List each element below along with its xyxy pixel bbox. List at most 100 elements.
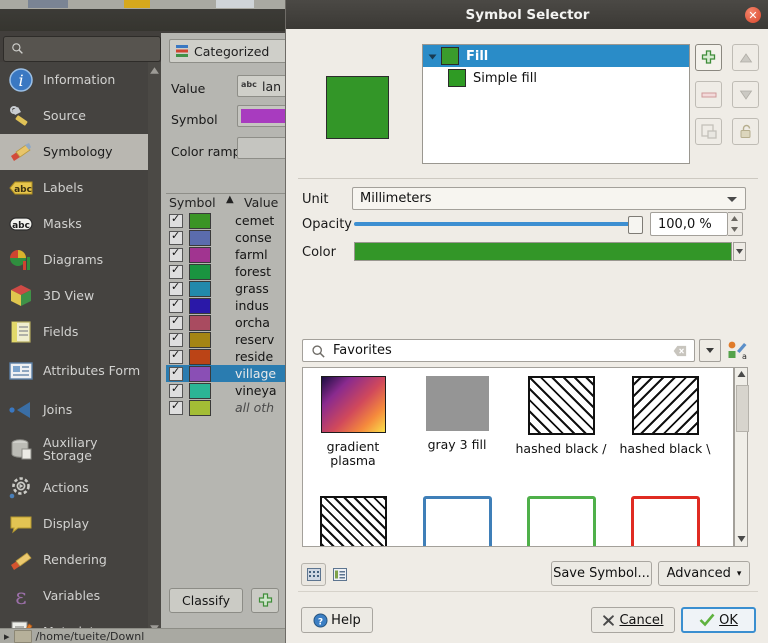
cube-3d-icon	[6, 281, 36, 311]
row-checkbox[interactable]	[169, 231, 183, 245]
sidebar-item-auxiliary-storage[interactable]: Auxiliary Storage	[0, 428, 148, 470]
symbol-search-dropdown[interactable]	[699, 339, 721, 362]
remove-symbol-layer-button[interactable]	[695, 81, 722, 108]
layer-properties-sidebar[interactable]: i Information Source	[0, 62, 148, 637]
advanced-button[interactable]: Advanced ▾	[658, 561, 750, 586]
color-dropdown-button[interactable]	[733, 242, 746, 261]
symbol-layer-child-row[interactable]: Simple fill	[423, 67, 689, 89]
save-symbol-button[interactable]: Save Symbol...	[551, 561, 652, 586]
opacity-slider[interactable]	[354, 222, 634, 226]
row-value: grass	[235, 281, 269, 296]
gallery-item[interactable]	[615, 496, 715, 547]
sidebar-scrollbar[interactable]	[148, 62, 161, 637]
stepper-up-icon[interactable]	[728, 213, 741, 224]
opacity-stepper[interactable]	[728, 212, 743, 236]
row-symbol-swatch[interactable]	[189, 400, 211, 416]
row-symbol-swatch[interactable]	[189, 298, 211, 314]
classify-button[interactable]: Classify	[169, 588, 243, 613]
gallery-item[interactable]	[407, 496, 507, 547]
sidebar-item-information[interactable]: i Information	[0, 62, 148, 98]
icon-view-button[interactable]	[301, 563, 326, 586]
toolbar-icon-fragment-3[interactable]	[216, 0, 254, 8]
sidebar-item-3d-view[interactable]: 3D View	[0, 278, 148, 314]
row-symbol-swatch[interactable]	[189, 230, 211, 246]
add-symbol-layer-button[interactable]	[695, 44, 722, 71]
row-symbol-swatch[interactable]	[189, 349, 211, 365]
move-down-button[interactable]	[732, 81, 759, 108]
triangle-down-icon	[739, 89, 753, 101]
ok-button[interactable]: OK	[681, 607, 756, 633]
chevron-down-icon[interactable]	[423, 51, 441, 62]
toolbar-icon-fragment-1[interactable]	[28, 0, 68, 8]
row-symbol-swatch[interactable]	[189, 264, 211, 280]
row-checkbox[interactable]	[169, 367, 183, 381]
sidebar-item-diagrams[interactable]: Diagrams	[0, 242, 148, 278]
dialog-help-button[interactable]: ? Help	[301, 607, 373, 633]
sidebar-item-joins[interactable]: Joins	[0, 392, 148, 428]
sidebar-item-source[interactable]: Source	[0, 98, 148, 134]
scroll-down-icon[interactable]	[736, 534, 747, 545]
row-checkbox[interactable]	[169, 265, 183, 279]
gallery-item[interactable]: gradient plasma	[303, 376, 403, 469]
gallery-item[interactable]: hashed black /	[511, 376, 611, 456]
row-symbol-swatch[interactable]	[189, 213, 211, 229]
row-checkbox[interactable]	[169, 214, 183, 228]
row-symbol-swatch[interactable]	[189, 383, 211, 399]
row-symbol-swatch[interactable]	[189, 315, 211, 331]
gallery-item[interactable]: gray 3 fill	[407, 376, 507, 452]
move-up-button[interactable]	[732, 44, 759, 71]
sidebar-item-actions[interactable]: Actions	[0, 470, 148, 506]
opacity-value: 100,0 %	[658, 217, 712, 232]
sidebar-item-rendering[interactable]: Rendering	[0, 542, 148, 578]
style-manager-button[interactable]: a	[727, 340, 747, 361]
sidebar-item-symbology[interactable]: Symbology	[0, 134, 148, 170]
clear-icon[interactable]	[673, 345, 687, 357]
stepper-down-icon[interactable]	[728, 224, 741, 235]
row-checkbox[interactable]	[169, 248, 183, 262]
status-expand-icon[interactable]: ▸	[4, 630, 10, 643]
opacity-spinbox[interactable]: 100,0 %	[650, 212, 728, 236]
rendering-brush-icon	[6, 545, 36, 575]
sidebar-item-display[interactable]: Display	[0, 506, 148, 542]
row-checkbox[interactable]	[169, 316, 183, 330]
row-checkbox[interactable]	[169, 350, 183, 364]
opacity-slider-handle[interactable]	[628, 216, 643, 234]
chevron-down-icon: ▾	[737, 569, 742, 579]
row-symbol-swatch[interactable]	[189, 332, 211, 348]
sidebar-search-input[interactable]	[3, 36, 161, 62]
scroll-up-icon[interactable]	[736, 369, 747, 380]
gallery-item[interactable]	[511, 496, 611, 547]
row-checkbox[interactable]	[169, 401, 183, 415]
unit-combo[interactable]: Millimeters	[352, 187, 746, 210]
sidebar-item-fields[interactable]: Fields	[0, 314, 148, 350]
row-symbol-swatch[interactable]	[189, 366, 211, 382]
row-checkbox[interactable]	[169, 282, 183, 296]
scroll-up-icon[interactable]	[149, 65, 160, 76]
gallery-scroll-thumb[interactable]	[736, 385, 749, 432]
symbol-layer-tree[interactable]: Fill Simple fill	[422, 44, 690, 164]
gallery-item[interactable]	[303, 496, 403, 547]
lock-layer-button[interactable]	[732, 118, 759, 145]
cancel-button[interactable]: Cancel	[591, 607, 675, 633]
duplicate-layer-button[interactable]	[695, 118, 722, 145]
row-symbol-swatch[interactable]	[189, 281, 211, 297]
close-icon[interactable]: ✕	[745, 7, 761, 23]
symbol-search-input[interactable]: Favorites	[302, 339, 695, 362]
chevron-down-icon	[700, 340, 720, 361]
symbol-gallery[interactable]: gradient plasma gray 3 fill hashed black…	[302, 367, 734, 547]
gallery-scrollbar[interactable]	[734, 367, 748, 547]
gallery-item[interactable]: hashed black \	[615, 376, 715, 456]
add-category-button[interactable]	[251, 588, 279, 613]
sidebar-item-masks[interactable]: abc Masks	[0, 206, 148, 242]
row-checkbox[interactable]	[169, 333, 183, 347]
sidebar-item-variables[interactable]: ε Variables	[0, 578, 148, 614]
row-checkbox[interactable]	[169, 299, 183, 313]
row-symbol-swatch[interactable]	[189, 247, 211, 263]
toolbar-icon-fragment-2[interactable]	[124, 0, 150, 8]
sidebar-item-attributes-form[interactable]: Attributes Form	[0, 350, 148, 392]
list-view-button[interactable]	[327, 563, 352, 586]
color-swatch-button[interactable]	[354, 242, 732, 261]
symbol-layer-root-row[interactable]: Fill	[423, 45, 689, 67]
row-checkbox[interactable]	[169, 384, 183, 398]
sidebar-item-labels[interactable]: abc Labels	[0, 170, 148, 206]
